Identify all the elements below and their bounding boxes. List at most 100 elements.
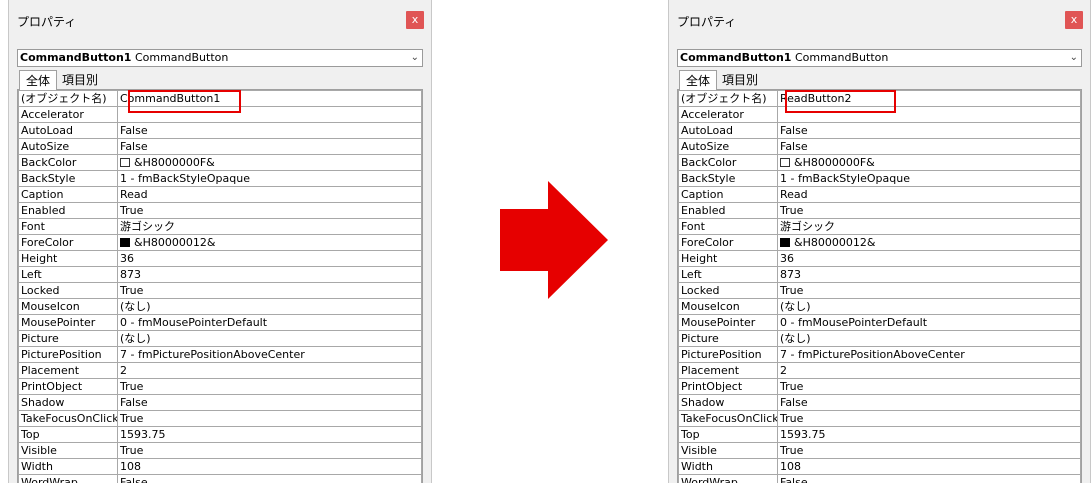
property-value[interactable]: (なし): [117, 298, 422, 315]
tab-categorized[interactable]: 項目別: [59, 70, 101, 90]
property-value[interactable]: Read: [117, 186, 422, 203]
property-row[interactable]: BackColor &H8000000F&: [18, 154, 422, 171]
property-row[interactable]: TakeFocusOnClick True: [678, 410, 1081, 427]
property-row[interactable]: Picture (なし): [18, 330, 422, 347]
property-row[interactable]: WordWrap False: [18, 474, 422, 483]
property-row[interactable]: Height 36: [678, 250, 1081, 267]
property-row[interactable]: Visible True: [18, 442, 422, 459]
property-value[interactable]: &H8000000F&: [117, 154, 422, 171]
property-value[interactable]: 游ゴシック: [117, 218, 422, 235]
property-row[interactable]: Visible True: [678, 442, 1081, 459]
property-value[interactable]: True: [777, 378, 1081, 395]
property-row[interactable]: AutoSize False: [18, 138, 422, 155]
property-row[interactable]: MouseIcon (なし): [678, 298, 1081, 315]
property-row[interactable]: Locked True: [678, 282, 1081, 299]
property-row[interactable]: WordWrap False: [678, 474, 1081, 483]
property-row[interactable]: MousePointer 0 - fmMousePointerDefault: [678, 314, 1081, 331]
property-row[interactable]: Accelerator: [18, 106, 422, 123]
property-row[interactable]: Accelerator: [678, 106, 1081, 123]
property-row[interactable]: Top 1593.75: [678, 426, 1081, 443]
property-row[interactable]: BackStyle 1 - fmBackStyleOpaque: [18, 170, 422, 187]
tab-all[interactable]: 全体: [19, 70, 57, 90]
property-value[interactable]: 873: [117, 266, 422, 283]
property-value[interactable]: True: [117, 378, 422, 395]
property-value[interactable]: False: [117, 394, 422, 411]
property-row[interactable]: BackColor &H8000000F&: [678, 154, 1081, 171]
property-value[interactable]: 36: [777, 250, 1081, 267]
property-value[interactable]: True: [117, 442, 422, 459]
property-value[interactable]: True: [777, 282, 1081, 299]
property-value[interactable]: 2: [117, 362, 422, 379]
property-value[interactable]: (なし): [777, 330, 1081, 347]
property-row[interactable]: Width 108: [678, 458, 1081, 475]
property-value[interactable]: True: [117, 202, 422, 219]
property-value[interactable]: True: [117, 282, 422, 299]
property-row[interactable]: Picture (なし): [678, 330, 1081, 347]
property-row[interactable]: PrintObject True: [678, 378, 1081, 395]
property-value[interactable]: 108: [777, 458, 1081, 475]
property-value[interactable]: True: [777, 442, 1081, 459]
property-row[interactable]: Width 108: [18, 458, 422, 475]
property-row[interactable]: Caption Read: [18, 186, 422, 203]
property-value[interactable]: False: [777, 394, 1081, 411]
object-dropdown[interactable]: CommandButton1 CommandButton ⌄: [677, 49, 1082, 67]
close-button[interactable]: x: [1065, 11, 1083, 29]
property-value[interactable]: ReadButton2: [777, 90, 1081, 107]
property-row[interactable]: (オブジェクト名) ReadButton2: [678, 90, 1081, 107]
property-row[interactable]: PicturePosition 7 - fmPicturePositionAbov…: [678, 346, 1081, 363]
property-row[interactable]: Enabled True: [18, 202, 422, 219]
close-button[interactable]: x: [406, 11, 424, 29]
property-value[interactable]: (なし): [777, 298, 1081, 315]
property-row[interactable]: ForeColor &H80000012&: [678, 234, 1081, 251]
property-value[interactable]: 7 - fmPicturePositionAboveCenter: [777, 346, 1081, 363]
property-value[interactable]: CommandButton1: [117, 90, 422, 107]
property-row[interactable]: Left 873: [678, 266, 1081, 283]
property-row[interactable]: ForeColor &H80000012&: [18, 234, 422, 251]
property-value[interactable]: 1593.75: [777, 426, 1081, 443]
property-row[interactable]: Top 1593.75: [18, 426, 422, 443]
property-value[interactable]: [777, 106, 1081, 123]
property-row[interactable]: Placement 2: [678, 362, 1081, 379]
property-row[interactable]: Font 游ゴシック: [678, 218, 1081, 235]
property-value[interactable]: False: [777, 138, 1081, 155]
property-value[interactable]: &H80000012&: [117, 234, 422, 251]
property-row[interactable]: AutoLoad False: [678, 122, 1081, 139]
property-value[interactable]: 873: [777, 266, 1081, 283]
tab-categorized[interactable]: 項目別: [719, 70, 761, 90]
property-row[interactable]: (オブジェクト名) CommandButton1: [18, 90, 422, 107]
property-value[interactable]: Read: [777, 186, 1081, 203]
property-value[interactable]: [117, 106, 422, 123]
property-value[interactable]: False: [777, 122, 1081, 139]
object-dropdown[interactable]: CommandButton1 CommandButton ⌄: [17, 49, 423, 67]
property-row[interactable]: AutoSize False: [678, 138, 1081, 155]
property-value[interactable]: 0 - fmMousePointerDefault: [777, 314, 1081, 331]
property-value[interactable]: False: [117, 138, 422, 155]
property-row[interactable]: PrintObject True: [18, 378, 422, 395]
property-value[interactable]: &H8000000F&: [777, 154, 1081, 171]
property-row[interactable]: Shadow False: [678, 394, 1081, 411]
property-value[interactable]: (なし): [117, 330, 422, 347]
property-row[interactable]: BackStyle 1 - fmBackStyleOpaque: [678, 170, 1081, 187]
property-row[interactable]: Height 36: [18, 250, 422, 267]
property-value[interactable]: 1 - fmBackStyleOpaque: [117, 170, 422, 187]
property-row[interactable]: TakeFocusOnClick True: [18, 410, 422, 427]
property-row[interactable]: PicturePosition 7 - fmPicturePositionAbov…: [18, 346, 422, 363]
property-row[interactable]: Left 873: [18, 266, 422, 283]
property-row[interactable]: AutoLoad False: [18, 122, 422, 139]
property-row[interactable]: MousePointer 0 - fmMousePointerDefault: [18, 314, 422, 331]
property-row[interactable]: Shadow False: [18, 394, 422, 411]
property-value[interactable]: 1 - fmBackStyleOpaque: [777, 170, 1081, 187]
property-value[interactable]: True: [117, 410, 422, 427]
property-value[interactable]: 游ゴシック: [777, 218, 1081, 235]
property-value[interactable]: True: [777, 202, 1081, 219]
property-value[interactable]: 7 - fmPicturePositionAboveCenter: [117, 346, 422, 363]
property-row[interactable]: Enabled True: [678, 202, 1081, 219]
property-value[interactable]: &H80000012&: [777, 234, 1081, 251]
property-value[interactable]: False: [777, 474, 1081, 483]
property-value[interactable]: 108: [117, 458, 422, 475]
property-value[interactable]: 36: [117, 250, 422, 267]
property-row[interactable]: Font 游ゴシック: [18, 218, 422, 235]
tab-all[interactable]: 全体: [679, 70, 717, 90]
property-value[interactable]: True: [777, 410, 1081, 427]
property-value[interactable]: False: [117, 122, 422, 139]
